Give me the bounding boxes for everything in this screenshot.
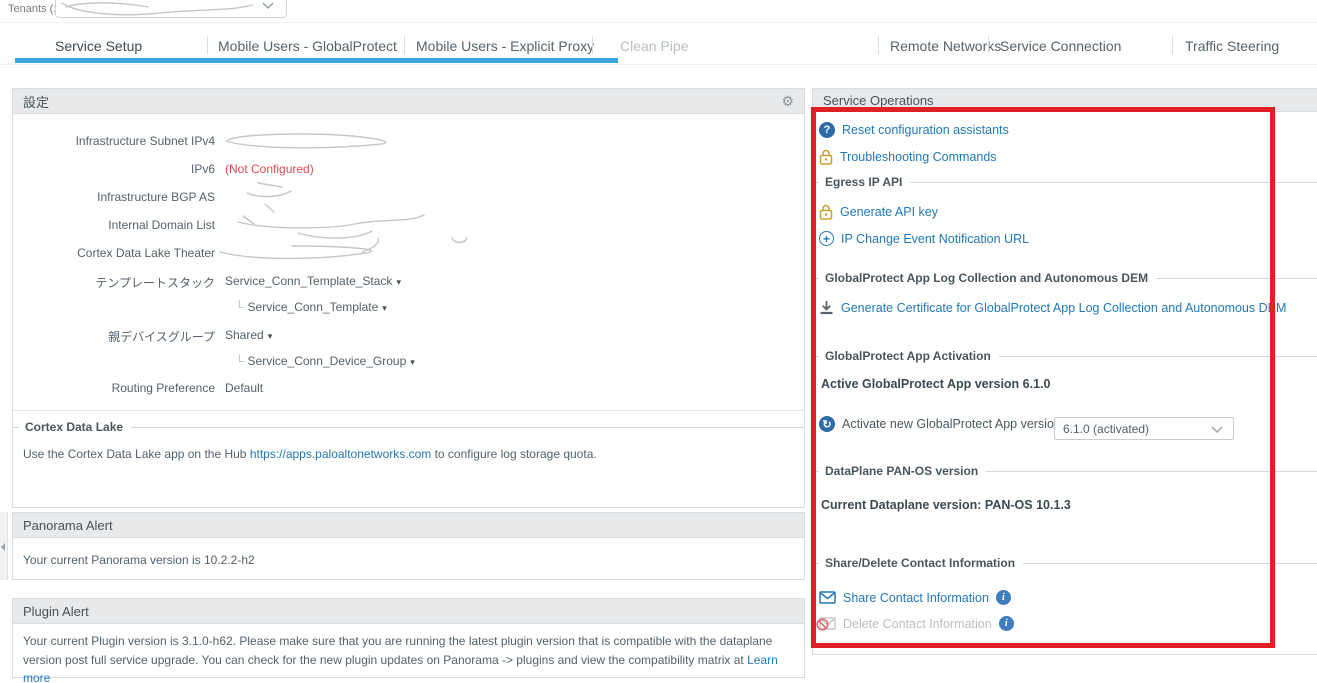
panorama-alert-header: Panorama Alert [13, 513, 804, 538]
plugin-alert-title: Plugin Alert [23, 603, 89, 619]
field-label: テンプレートスタック [95, 276, 215, 290]
panorama-alert-panel: Panorama Alert Your current Panorama ver… [12, 512, 805, 580]
info-icon[interactable]: i [995, 590, 1011, 605]
chevron-down-icon [1211, 426, 1223, 434]
tab-service-connection[interactable]: Service Connection [1000, 38, 1121, 54]
divider [13, 410, 804, 411]
tab-divider [1172, 36, 1173, 54]
generate-api-key[interactable]: Generate API key [819, 204, 938, 220]
tab-divider [592, 36, 593, 54]
current-dataplane-version-text: Current Dataplane version: PAN-OS 10.1.3 [821, 498, 1071, 512]
settings-panel-title: 設定 [23, 94, 50, 110]
red-slash-icon [816, 618, 829, 631]
egress-ip-api-legend: Egress IP API [813, 175, 1317, 189]
active-gp-version-text: Active GlobalProtect App version 6.1.0 [821, 377, 1051, 391]
service-operations-header: Service Operations [813, 89, 1317, 112]
field-row: Infrastructure Subnet IPv4 [13, 134, 804, 151]
sidebar-collapse-handle[interactable] [0, 512, 8, 580]
caret-icon: ▾ [396, 277, 401, 287]
field-label: Infrastructure BGP AS [97, 190, 215, 204]
parent-device-group-value[interactable]: Shared [225, 328, 264, 342]
divider [0, 22, 1317, 23]
hub-link[interactable]: https://apps.paloaltonetworks.com [250, 447, 431, 461]
share-delete-contact-legend: Share/Delete Contact Information [813, 556, 1317, 570]
panorama-alert-body: Your current Panorama version is 10.2.2-… [23, 553, 255, 567]
field-row: └ Service_Conn_Template ▾ [13, 300, 804, 317]
tab-clean-pipe: Clean Pipe [620, 38, 689, 54]
field-label: 親デバイスグループ [108, 330, 215, 344]
caret-icon: ▾ [382, 303, 387, 313]
dataplane-panos-legend: DataPlane PAN-OS version [813, 464, 1317, 478]
service-operations-panel: Service Operations ? Reset configuration… [812, 88, 1317, 655]
panorama-alert-title: Panorama Alert [23, 517, 113, 533]
tab-divider [878, 36, 879, 54]
ip-change-event-notification-url[interactable]: + IP Change Event Notification URL [819, 231, 1029, 246]
tenant-select[interactable] [55, 0, 287, 18]
field-label: Routing Preference [111, 381, 215, 395]
field-label: Cortex Data Lake Theater [77, 246, 215, 260]
share-contact-information[interactable]: Share Contact Information i [819, 590, 1011, 605]
field-label: Infrastructure Subnet IPv4 [75, 134, 215, 148]
device-group-value[interactable]: Service_Conn_Device_Group [248, 354, 407, 368]
prisma-access-service-setup-page: Tenants (1) > Service Setup Mobile Users… [0, 0, 1317, 683]
template-stack-value[interactable]: Service_Conn_Template_Stack [225, 274, 392, 288]
tab-traffic-steering[interactable]: Traffic Steering [1185, 38, 1279, 54]
tree-branch-icon: └ [235, 354, 244, 368]
activate-refresh-icon: ↻ [819, 416, 835, 432]
plus-circle-icon: + [819, 231, 834, 246]
field-row: Internal Domain List [13, 218, 804, 235]
generate-certificate-link[interactable]: Generate Certificate for GlobalProtect A… [819, 300, 1286, 315]
cortex-data-lake-legend: Cortex Data Lake [13, 420, 804, 434]
gp-version-select[interactable]: 6.1.0 (activated) [1054, 417, 1234, 440]
question-circle-icon: ? [819, 122, 835, 138]
activate-new-gp-version-row: ↻ Activate new GlobalProtect App version… [819, 416, 1083, 432]
tree-branch-icon: └ [235, 300, 244, 314]
padlock-icon [819, 149, 833, 165]
info-icon[interactable]: i [998, 616, 1014, 631]
reset-configuration-assistants[interactable]: ? Reset configuration assistants [819, 122, 1009, 138]
field-row: Infrastructure BGP AS [13, 190, 804, 207]
plugin-alert-panel: Plugin Alert Your current Plugin version… [12, 598, 805, 683]
caret-icon: ▾ [267, 331, 273, 341]
tab-remote-networks[interactable]: Remote Networks [890, 38, 1001, 54]
caret-icon: ▾ [410, 357, 415, 367]
gp-version-selected-value: 6.1.0 (activated) [1063, 421, 1150, 436]
tab-mobile-users-globalprotect[interactable]: Mobile Users - GlobalProtect [218, 38, 397, 54]
tab-divider [404, 36, 405, 54]
gp-log-collection-legend: GlobalProtect App Log Collection and Aut… [813, 271, 1317, 285]
tab-service-setup[interactable]: Service Setup [55, 38, 142, 54]
field-row: テンプレートスタック Service_Conn_Template_Stack ▾ [13, 274, 804, 291]
field-row: Routing Preference Default [13, 381, 804, 398]
plugin-alert-body: Your current Plugin version is 3.1.0-h62… [23, 632, 801, 683]
tab-divider [207, 36, 208, 54]
service-operations-title: Service Operations [823, 92, 934, 108]
troubleshooting-commands[interactable]: Troubleshooting Commands [819, 149, 997, 165]
settings-panel: 設定 ⚙ Infrastructure Subnet IPv4 IPv6 (No… [12, 88, 805, 508]
field-row: Cortex Data Lake Theater [13, 246, 804, 263]
activate-new-gp-version-label: Activate new GlobalProtect App version [842, 417, 1061, 431]
chevron-down-icon [262, 2, 274, 10]
settings-panel-header: 設定 ⚙ [13, 89, 804, 114]
field-value: (Not Configured) [225, 162, 314, 176]
collapse-arrow-icon [1, 543, 5, 551]
tab-mobile-users-explicit-proxy[interactable]: Mobile Users - Explicit Proxy [416, 38, 594, 54]
divider [0, 64, 1317, 65]
field-value: Default [225, 381, 264, 395]
field-row: IPv6 (Not Configured) [13, 162, 804, 179]
gear-icon[interactable]: ⚙ [781, 93, 794, 110]
download-icon [820, 301, 833, 315]
tab-divider [988, 36, 989, 54]
field-row: └ Service_Conn_Device_Group ▾ [13, 354, 804, 371]
active-tab-underline [15, 58, 618, 63]
field-row: 親デバイスグループ Shared ▾ [13, 328, 804, 345]
field-label: Internal Domain List [108, 218, 215, 232]
field-label: IPv6 [190, 162, 215, 176]
delete-contact-information: Delete Contact Information i [816, 616, 1014, 631]
padlock-icon [819, 204, 833, 220]
envelope-icon [819, 591, 836, 604]
plugin-alert-header: Plugin Alert [13, 599, 804, 624]
cortex-data-lake-text: Use the Cortex Data Lake app on the Hub … [23, 447, 597, 461]
gp-app-activation-legend: GlobalProtect App Activation [813, 349, 1317, 363]
template-value[interactable]: Service_Conn_Template [248, 300, 379, 314]
